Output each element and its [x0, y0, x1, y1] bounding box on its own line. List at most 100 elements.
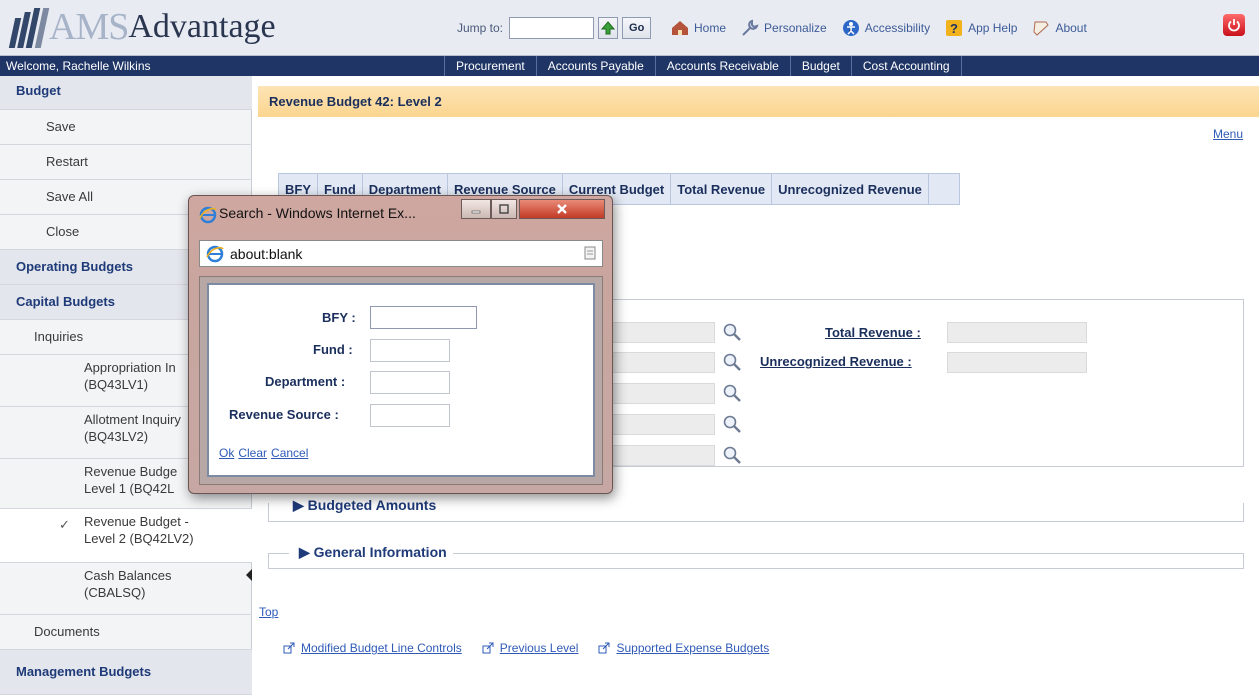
fund-field[interactable]: [609, 352, 715, 373]
home-label: Home: [694, 21, 727, 35]
search-form: BFY : Fund : Department : Revenue Source…: [207, 283, 595, 477]
department-label: Department :: [265, 374, 346, 389]
internet-explorer-icon: [206, 245, 224, 262]
accessibility-label: Accessibility: [864, 21, 931, 35]
previous-level-link[interactable]: Previous Level: [482, 641, 579, 655]
sidebar-management-budgets[interactable]: Management Budgets: [0, 650, 252, 695]
revenue-l2-line1: Revenue Budget -: [84, 514, 189, 529]
welcome-text: Welcome, Rachelle Wilkins: [6, 59, 151, 73]
menu-link[interactable]: Menu: [1213, 127, 1243, 141]
magnifier-icon[interactable]: [722, 322, 742, 342]
sidebar-item-save[interactable]: Save: [0, 110, 252, 145]
internet-explorer-icon: [199, 206, 217, 224]
close-icon: [557, 204, 567, 214]
magnifier-icon[interactable]: [722, 383, 742, 403]
about-link[interactable]: About: [1031, 18, 1087, 38]
supported-expense-budgets-label: Supported Expense Budgets: [616, 641, 770, 655]
revenue-source-input[interactable]: [370, 404, 450, 427]
general-information-section: ▶ General Information: [268, 544, 1244, 569]
header-links: Home Personalize Accessibility ? App Hel…: [670, 18, 1101, 38]
nav-accounts-payable[interactable]: Accounts Payable: [535, 56, 655, 76]
magnifier-icon[interactable]: [722, 445, 742, 465]
wrench-icon: [742, 19, 759, 36]
col-total-revenue[interactable]: Total Revenue: [671, 174, 773, 204]
page-icon: [584, 246, 596, 260]
nav-accounts-receivable[interactable]: Accounts Receivable: [654, 56, 790, 76]
nav-cost-accounting[interactable]: Cost Accounting: [850, 56, 962, 76]
personalize-label: Personalize: [764, 21, 827, 35]
department-field[interactable]: [609, 383, 715, 404]
unrecognized-revenue-label[interactable]: Unrecognized Revenue :: [760, 354, 912, 369]
clear-link[interactable]: Clear: [238, 446, 267, 460]
logo-advantage-text: Advantage: [128, 8, 276, 45]
collapse-arrow-icon[interactable]: [245, 568, 253, 582]
sidebar-item-restart[interactable]: Restart: [0, 145, 252, 180]
jump-to-label: Jump to:: [457, 21, 504, 35]
bfy-label: BFY :: [322, 310, 356, 325]
jump-up-button[interactable]: [598, 17, 619, 39]
sidebar-item-revenue-budget-level2[interactable]: ✓ Revenue Budget - Level 2 (BQ42LV2): [0, 509, 252, 563]
top-nav-bar: Welcome, Rachelle Wilkins Procurement Ac…: [0, 56, 1259, 76]
revenue-source-field[interactable]: [609, 414, 715, 435]
popup-content-frame: BFY : Fund : Department : Revenue Source…: [199, 276, 603, 485]
up-arrow-icon: [601, 21, 616, 35]
logo-bars-icon: [8, 8, 50, 48]
general-information-toggle[interactable]: ▶ General Information: [289, 544, 453, 561]
home-link[interactable]: Home: [670, 18, 726, 38]
logout-button[interactable]: [1223, 14, 1245, 36]
jump-to-area: Jump to: Go: [457, 17, 652, 39]
revenue-source-label: Revenue Source :: [229, 407, 339, 422]
maximize-button[interactable]: [491, 199, 517, 219]
bfy-field[interactable]: [609, 322, 715, 343]
nav-budget[interactable]: Budget: [789, 56, 851, 76]
modified-budget-line-controls-link[interactable]: Modified Budget Line Controls: [283, 641, 462, 655]
ok-link[interactable]: Ok: [219, 446, 234, 460]
department-input[interactable]: [370, 371, 450, 394]
address-text: about:blank: [230, 245, 303, 262]
app-help-label: App Help: [968, 21, 1018, 35]
col-unrecognized-revenue[interactable]: Unrecognized Revenue: [772, 174, 929, 204]
total-revenue-label[interactable]: Total Revenue :: [825, 325, 921, 340]
magnifier-icon[interactable]: [722, 414, 742, 434]
help-icon: ?: [946, 20, 963, 36]
search-popup-window: Search - Windows Internet Ex... about:bl…: [188, 195, 613, 494]
form-actions: Ok Clear Cancel: [219, 446, 308, 460]
external-link-icon: [283, 642, 295, 654]
fund-input[interactable]: [370, 339, 450, 362]
sidebar-item-documents[interactable]: Documents: [0, 615, 252, 650]
module-nav: Procurement Accounts Payable Accounts Re…: [444, 56, 962, 76]
logo-ams-text: AMS: [49, 6, 129, 48]
current-budget-field[interactable]: [609, 445, 715, 466]
top-link[interactable]: Top: [259, 605, 278, 619]
minimize-icon: [471, 210, 481, 214]
unrecognized-revenue-field[interactable]: [947, 352, 1087, 373]
revenue-l2-line2: Level 2 (BQ42LV2): [84, 531, 194, 546]
budgeted-amounts-toggle[interactable]: ▶ Budgeted Amounts: [283, 497, 443, 514]
bfy-input[interactable]: [370, 306, 477, 329]
cancel-link[interactable]: Cancel: [271, 446, 308, 460]
ams-advantage-app: AMS Advantage Jump to: Go Home Personali…: [0, 0, 1259, 695]
previous-level-label: Previous Level: [499, 641, 579, 655]
address-bar[interactable]: about:blank: [199, 240, 603, 267]
supported-expense-budgets-link[interactable]: Supported Expense Budgets: [598, 641, 769, 655]
sidebar-item-cash-balances[interactable]: Cash Balances (CBALSQ): [0, 563, 252, 615]
fund-label: Fund :: [313, 342, 353, 357]
magnifier-icon[interactable]: [722, 352, 742, 372]
total-revenue-field[interactable]: [947, 322, 1087, 343]
general-information-label: General Information: [313, 544, 447, 560]
close-window-button[interactable]: [519, 199, 605, 219]
nav-procurement[interactable]: Procurement: [444, 56, 536, 76]
page-title: Revenue Budget 42: Level 2: [258, 86, 1259, 117]
cash-balances-line1: Cash Balances: [84, 568, 172, 583]
col-blank: [929, 174, 959, 204]
personalize-link[interactable]: Personalize: [740, 18, 827, 38]
minimize-button[interactable]: [461, 199, 491, 219]
budgeted-amounts-section: ▶ Budgeted Amounts: [268, 497, 1244, 522]
jump-to-input[interactable]: [509, 17, 595, 39]
sidebar-budget-header[interactable]: Budget: [0, 76, 252, 110]
power-icon: [1228, 19, 1240, 32]
app-help-link[interactable]: ? App Help: [944, 18, 1017, 38]
accessibility-link[interactable]: Accessibility: [841, 18, 930, 38]
go-button[interactable]: Go: [622, 17, 652, 39]
about-icon: [1033, 21, 1050, 36]
